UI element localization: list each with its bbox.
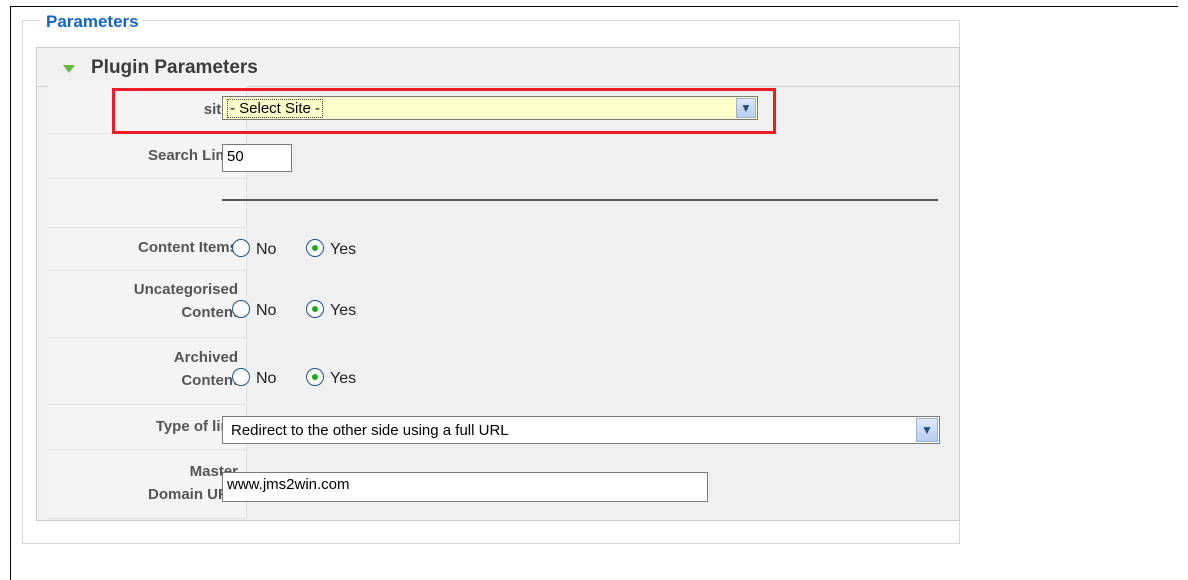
type-of-link-select[interactable]: Redirect to the other side using a full … bbox=[222, 416, 940, 444]
triangle-down-icon[interactable] bbox=[63, 65, 75, 73]
search-limit-input[interactable]: 50 bbox=[222, 144, 292, 172]
chevron-down-icon[interactable]: ▼ bbox=[916, 418, 938, 442]
archived-yes-radio[interactable] bbox=[306, 368, 324, 386]
archived-yes-label[interactable]: Yes bbox=[330, 370, 356, 388]
separator-line bbox=[222, 199, 938, 201]
uncategorised-yes-radio[interactable] bbox=[306, 300, 324, 318]
content-items-yes-label[interactable]: Yes bbox=[330, 241, 356, 259]
archived-label-line1: Archived bbox=[173, 349, 238, 366]
panel-title: Plugin Parameters bbox=[91, 57, 258, 78]
row-archived-label-cell: Archived Content bbox=[48, 338, 247, 405]
uncategorised-label-line1: Uncategorised bbox=[133, 281, 238, 298]
content-items-no-label[interactable]: No bbox=[256, 241, 276, 259]
master-domain-url-input[interactable]: www.jms2win.com bbox=[222, 472, 708, 502]
content-items-label: Content Items bbox=[137, 239, 238, 256]
fieldset-legend: Parameters bbox=[40, 12, 143, 32]
content-items-yes-radio[interactable] bbox=[306, 239, 324, 257]
type-of-link-value: Redirect to the other side using a full … bbox=[231, 422, 509, 439]
sites-highlight-annotation bbox=[112, 88, 776, 134]
archived-label-line2: Content bbox=[181, 372, 238, 389]
row-type-of-link-label-cell: Type of link bbox=[48, 405, 247, 450]
screenshot-frame-top bbox=[10, 6, 1178, 7]
content-items-no-radio[interactable] bbox=[232, 239, 250, 257]
row-uncategorised-label-cell: Uncategorised Content bbox=[48, 271, 247, 338]
uncategorised-no-label[interactable]: No bbox=[256, 302, 276, 320]
uncategorised-label-line2: Content bbox=[181, 304, 238, 321]
row-content-items-label-cell: Content Items bbox=[48, 228, 247, 271]
uncategorised-no-radio[interactable] bbox=[232, 300, 250, 318]
screenshot-frame-left bbox=[10, 6, 11, 580]
row-separator-label-cell bbox=[48, 179, 247, 228]
panel-header[interactable]: Plugin Parameters bbox=[37, 48, 959, 87]
row-master-domain-label-cell: Master Domain URL bbox=[48, 450, 247, 519]
archived-no-radio[interactable] bbox=[232, 368, 250, 386]
uncategorised-yes-label[interactable]: Yes bbox=[330, 302, 356, 320]
archived-no-label[interactable]: No bbox=[256, 370, 276, 388]
row-search-limit-label-cell: Search Limit bbox=[48, 134, 247, 179]
